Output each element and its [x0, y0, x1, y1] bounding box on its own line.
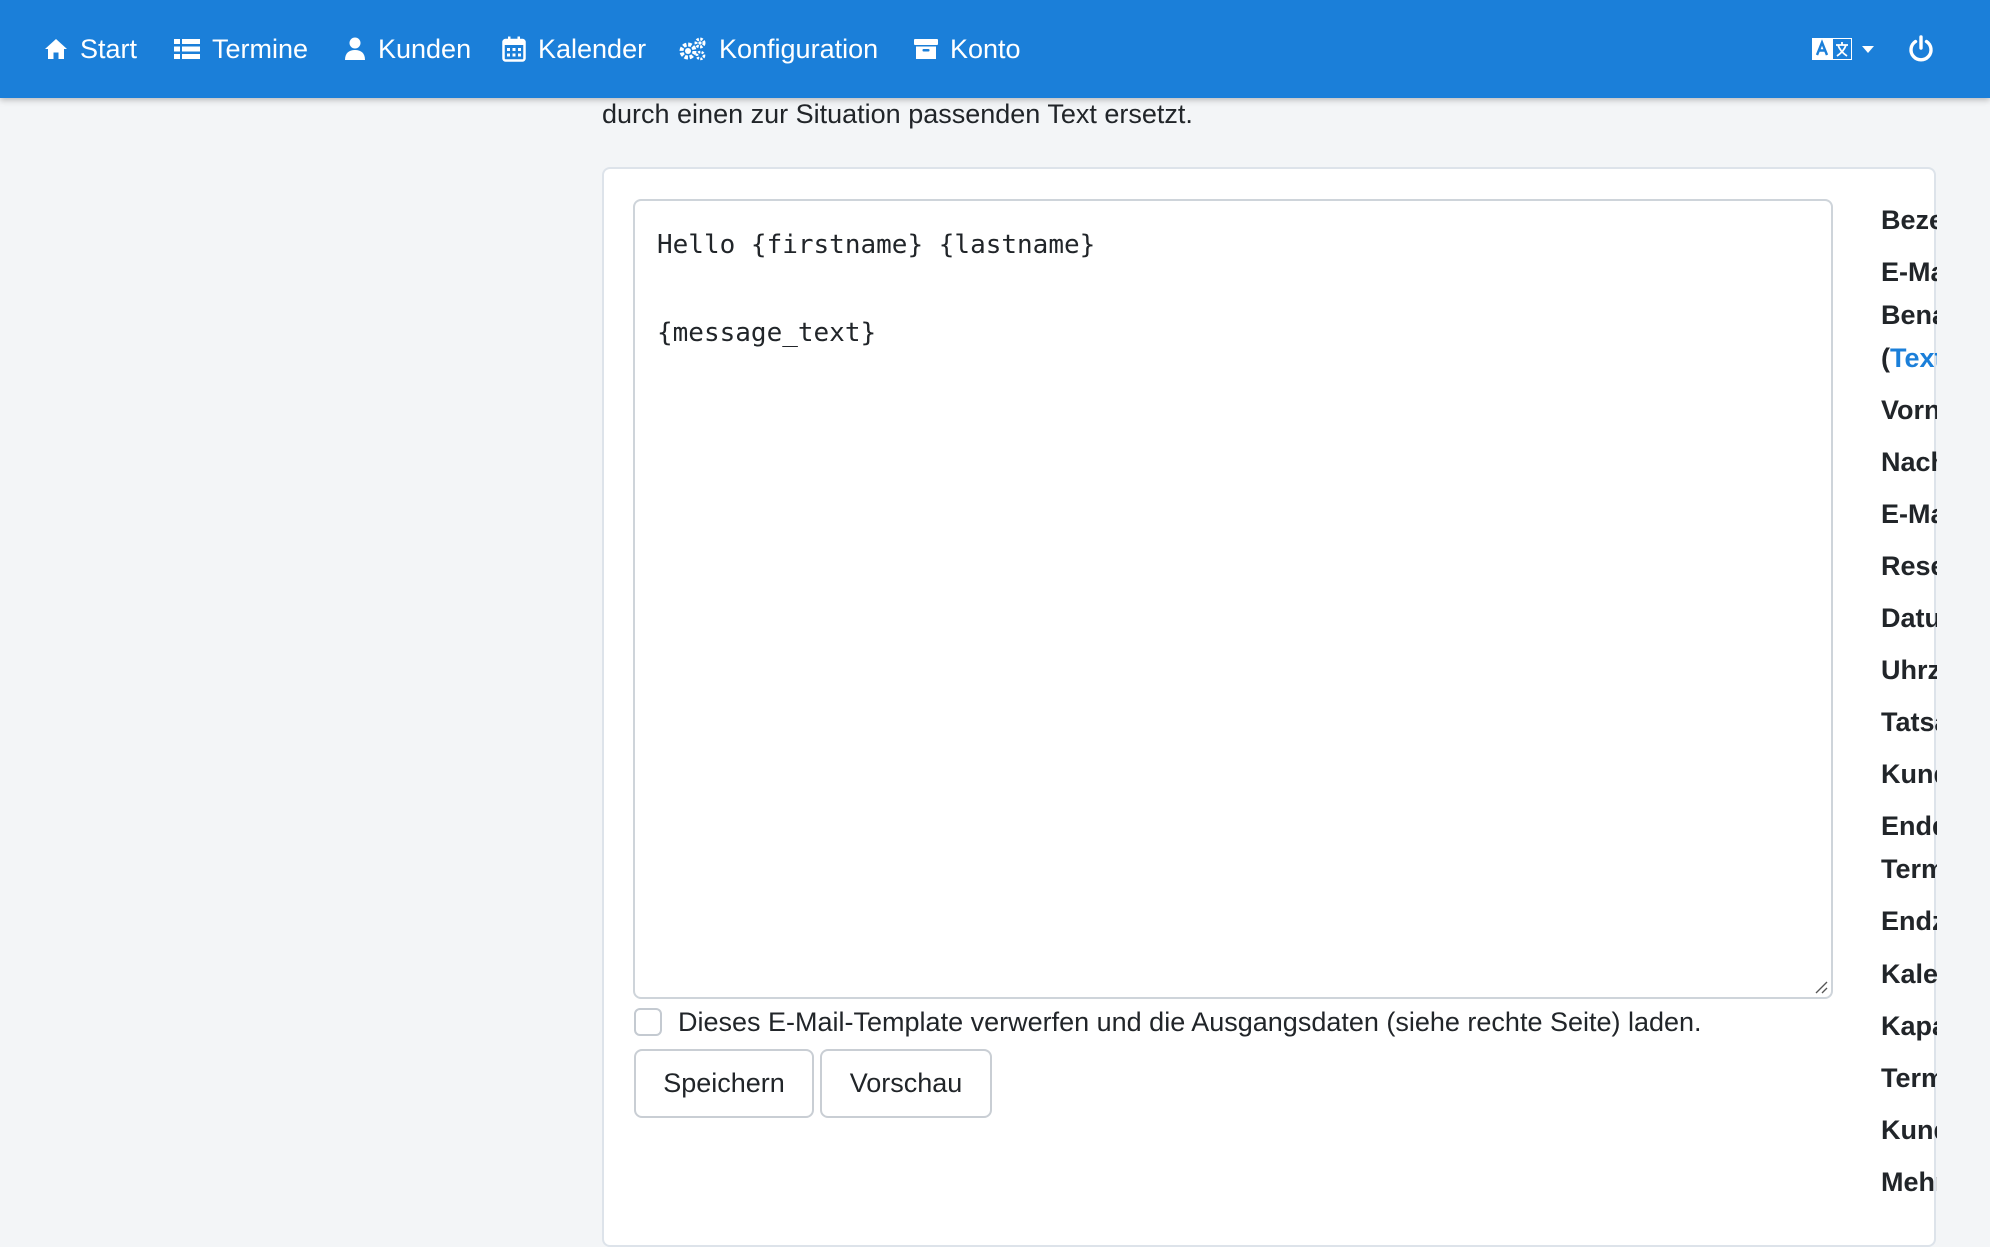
logout-button[interactable] [1908, 0, 1934, 98]
nav-item-label: Kunden [378, 33, 472, 64]
variables-panel: Bezeichn E-Mail- Benachri (Texte b Vorna… [1881, 205, 1937, 1200]
variable-label: Mehrfac [1881, 1167, 1937, 1197]
power-icon [1909, 35, 1933, 62]
nav-item-label: Kalender [538, 33, 647, 64]
nav-item-termine[interactable]: Termine [174, 0, 308, 98]
discard-label: Dieses E-Mail-Template verwerfen und die… [678, 1006, 1702, 1037]
variable-label: Uhrzeit [1881, 655, 1937, 685]
calendar-icon [502, 36, 526, 62]
home-icon [45, 39, 67, 59]
variable-label: E-Mail- [1881, 257, 1937, 287]
archive-icon [914, 39, 938, 59]
variable-label: Termins [1881, 854, 1937, 884]
variable-label: Bezeichn [1881, 205, 1937, 235]
nav-item-kunden[interactable]: Kunden [344, 0, 471, 98]
variable-label: Vorname [1881, 395, 1937, 425]
cogs-icon [679, 37, 706, 61]
top-navbar: Start Termine Kunden Kalender Konfigurat… [0, 0, 1990, 98]
preview-button[interactable]: Vorschau [820, 1049, 992, 1118]
variable-label: Nachnam [1881, 447, 1937, 477]
save-button[interactable]: Speichern [634, 1049, 814, 1118]
user-icon [345, 37, 365, 60]
variable-label: Kalender [1881, 959, 1937, 989]
intro-text: durch einen zur Situation passenden Text… [602, 99, 1193, 129]
variable-link-row: (Texte b [1881, 343, 1937, 374]
nav-item-label: Termine [212, 33, 309, 64]
texts-link[interactable]: Texte b [1890, 343, 1937, 373]
template-editor[interactable]: Hello {firstname} {lastname} {message_te… [633, 199, 1833, 999]
paren-text: ( [1881, 343, 1890, 373]
variable-label: Endzeit d [1881, 906, 1937, 936]
resize-grip-icon[interactable] [1814, 980, 1828, 994]
variable-label: Datum [1881, 603, 1937, 633]
variable-label: Benachri [1881, 300, 1937, 330]
variable-label: Tatsächl [1881, 707, 1937, 737]
list-icon [174, 39, 200, 59]
nav-item-label: Konfiguration [719, 33, 879, 64]
discard-option: Dieses E-Mail-Template verwerfen und die… [634, 1006, 1702, 1038]
variable-label: Kundenn [1881, 1115, 1937, 1145]
nav-item-start[interactable]: Start [44, 0, 137, 98]
variable-label: Kunden- [1881, 759, 1937, 789]
variable-label: Reservie [1881, 551, 1937, 581]
nav-item-label: Start [80, 33, 138, 64]
nav-item-kalender[interactable]: Kalender [502, 0, 646, 98]
nav-item-label: Konto [950, 33, 1021, 64]
variable-label: Kapazitä [1881, 1011, 1937, 1041]
language-dropdown[interactable] [1812, 0, 1874, 98]
nav-item-konto[interactable]: Konto [914, 0, 1021, 98]
discard-checkbox[interactable] [634, 1008, 662, 1036]
translate-icon [1812, 38, 1852, 60]
chevron-down-icon [1862, 45, 1874, 53]
variable-label: E-Mail [1881, 499, 1937, 529]
nav-item-konfiguration[interactable]: Konfiguration [679, 0, 878, 98]
variable-label: Termin-I [1881, 1063, 1937, 1093]
variable-label: Enddatu [1881, 811, 1937, 841]
